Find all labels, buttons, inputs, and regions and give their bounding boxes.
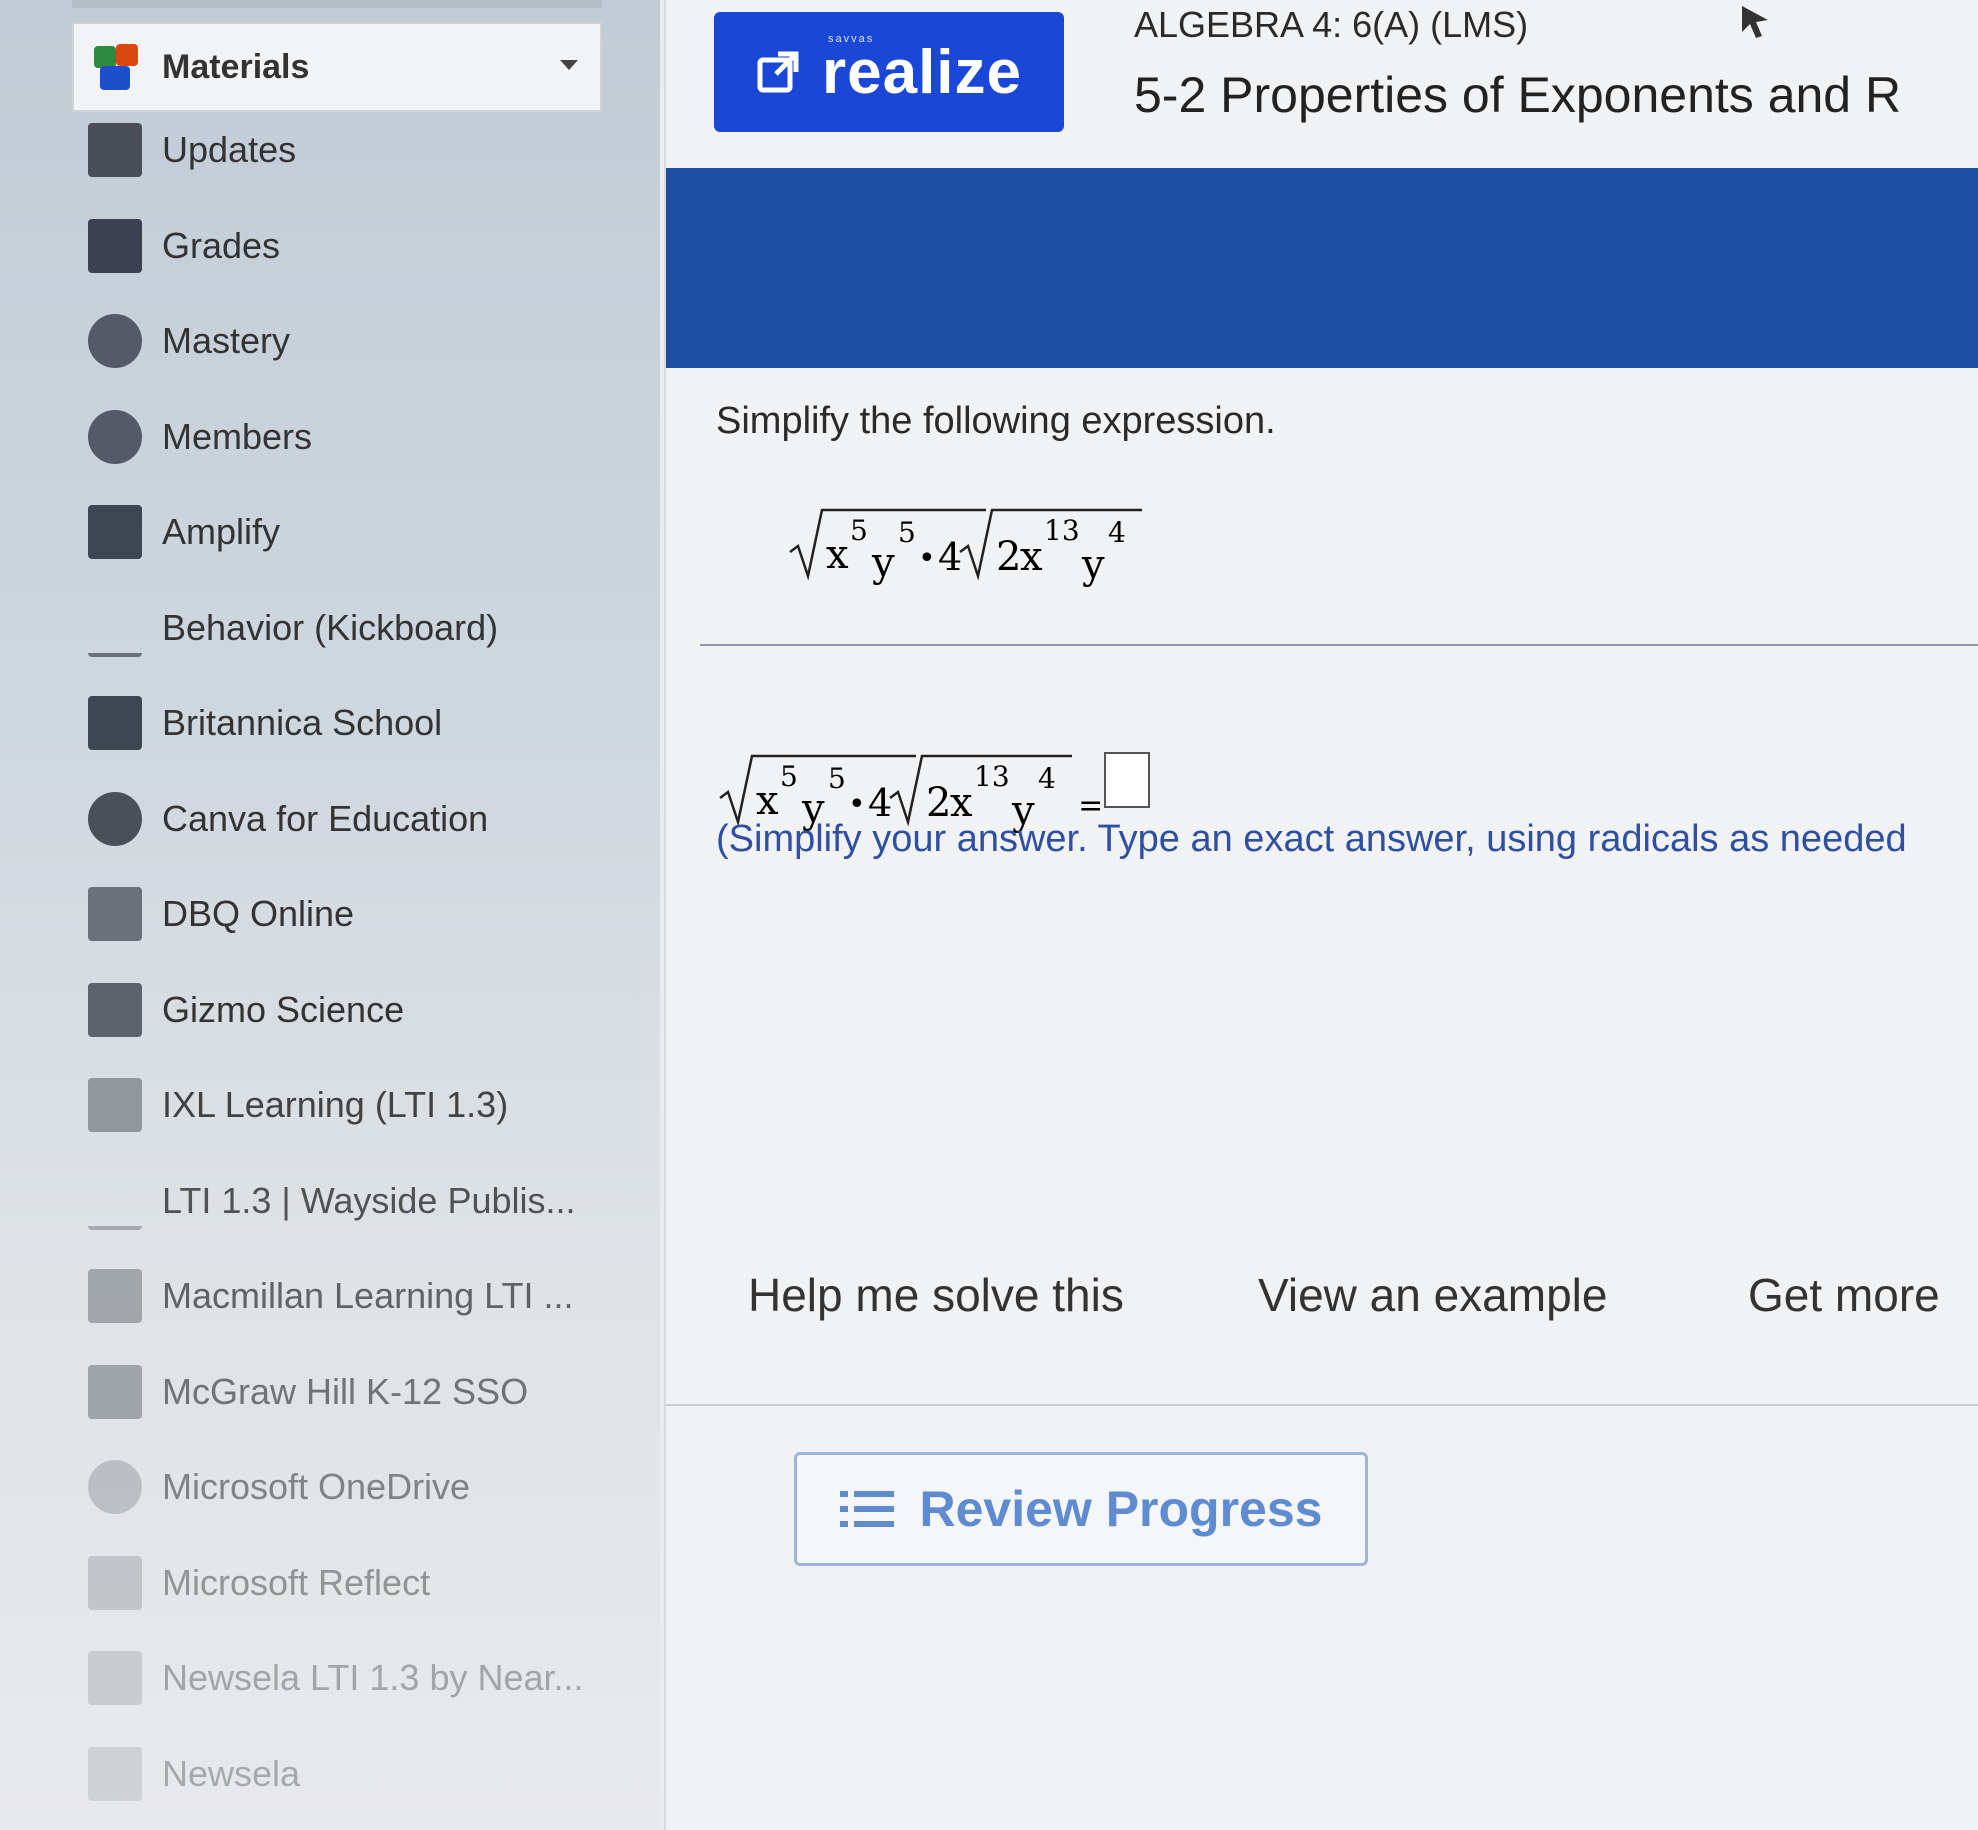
sidebar-item-macmillan-learning-lti[interactable]: Macmillan Learning LTI ... bbox=[72, 1256, 602, 1336]
sidebar-item-label: Gizmo Science bbox=[162, 988, 405, 1030]
sidebar-item-mastery[interactable]: Mastery bbox=[72, 301, 602, 381]
answer-input[interactable] bbox=[1104, 752, 1150, 808]
materials-label: Materials bbox=[162, 47, 310, 86]
sidebar-item-microsoft-onedrive[interactable]: Microsoft OneDrive bbox=[72, 1447, 602, 1527]
mcgraw-icon bbox=[88, 1364, 142, 1419]
coefficient: 4 bbox=[938, 535, 962, 579]
r1-y: y bbox=[871, 540, 895, 586]
sidebar-item-dbq-online[interactable]: DBQ Online bbox=[72, 874, 602, 954]
section-divider bbox=[700, 644, 1978, 646]
sidebar-item-amplify[interactable]: Amplify bbox=[72, 492, 602, 572]
sidebar-item-lti-1-3-wayside-publis[interactable]: LTI 1.3 | Wayside Publis... bbox=[72, 1161, 602, 1241]
newsela-box-icon bbox=[88, 1746, 142, 1801]
course-title: ALGEBRA 4: 6(A) (LMS) bbox=[1134, 4, 1529, 45]
r2-x-exponent: 13 bbox=[974, 760, 1010, 793]
chevron-down-icon bbox=[560, 60, 578, 70]
header-banner bbox=[666, 168, 1978, 368]
updates-icon bbox=[88, 123, 142, 177]
sidebar-item-label: Microsoft Reflect bbox=[162, 1561, 431, 1603]
wayside-icon bbox=[88, 1172, 142, 1230]
r1-y-exponent: 5 bbox=[828, 762, 846, 795]
sidebar-item-behavior-kickboard[interactable]: Behavior (Kickboard) bbox=[72, 588, 602, 668]
materials-dropdown[interactable]: Materials bbox=[72, 22, 602, 112]
dbq-icon bbox=[88, 887, 142, 941]
gizmo-icon bbox=[88, 982, 142, 1037]
britannica-icon bbox=[88, 696, 142, 750]
sidebar-item-label: IXL Learning (LTI 1.3) bbox=[162, 1084, 509, 1125]
sidebar-item-label: DBQ Online bbox=[162, 893, 355, 934]
r1-y-exponent: 5 bbox=[898, 516, 916, 549]
sidebar-item-mcgraw-hill-k-12-sso[interactable]: McGraw Hill K-12 SSO bbox=[72, 1352, 602, 1432]
sidebar-item-label: Macmillan Learning LTI ... bbox=[162, 1275, 574, 1316]
sidebar-item-britannica-school[interactable]: Britannica School bbox=[72, 683, 602, 763]
external-link-icon bbox=[757, 51, 799, 93]
realize-sublabel: savvas bbox=[827, 32, 875, 45]
sidebar-item-label: Behavior (Kickboard) bbox=[162, 606, 499, 648]
sidebar-item-newsela-lti-1-3-by-near[interactable]: Newsela LTI 1.3 by Near... bbox=[72, 1638, 602, 1718]
multiply-dot: • bbox=[918, 541, 936, 576]
problem-expression: x 5 y 5 • 4 2 x 13 y 4 bbox=[789, 508, 1142, 588]
get-more-help-button[interactable]: Get more bbox=[1748, 1268, 1940, 1322]
sidebar-item-label: Updates bbox=[162, 129, 297, 170]
view-example-button[interactable]: View an example bbox=[1258, 1268, 1607, 1322]
main-panel: savvas realize ALGEBRA 4: 6(A) (LMS) 5-2… bbox=[666, 0, 1978, 1830]
review-progress-button[interactable]: Review Progress bbox=[794, 1452, 1368, 1566]
sidebar-top-rule bbox=[72, 0, 602, 8]
r1-x-exponent: 5 bbox=[850, 514, 868, 547]
r2-x: x bbox=[1020, 534, 1043, 580]
sidebar-item-grades[interactable]: Grades bbox=[72, 206, 602, 286]
answer-instructions: (Simplify your answer. Type an exact ans… bbox=[716, 818, 1907, 860]
sidebar-item-label: Britannica School bbox=[162, 702, 443, 743]
bar-chart-icon bbox=[88, 218, 142, 273]
sidebar-item-newsela[interactable]: Newsela bbox=[72, 1734, 602, 1814]
r1-x-exponent: 5 bbox=[780, 760, 798, 793]
materials-icon bbox=[90, 40, 144, 94]
kickboard-icon bbox=[88, 599, 142, 657]
realize-logo: savvas realize bbox=[821, 33, 1023, 108]
sidebar-item-label: Grades bbox=[162, 224, 281, 266]
sidebar-item-label: Microsoft OneDrive bbox=[162, 1466, 471, 1507]
sidebar-item-microsoft-reflect[interactable]: Microsoft Reflect bbox=[72, 1543, 602, 1623]
r2-x-exponent: 13 bbox=[1044, 514, 1080, 547]
cursor-icon bbox=[1742, 6, 1768, 38]
help-divider bbox=[666, 1404, 1978, 1406]
sidebar-item-label: McGraw Hill K-12 SSO bbox=[162, 1370, 529, 1412]
sidebar-item-canva-for-education[interactable]: Canva for Education bbox=[72, 779, 602, 859]
sidebar-nav: Updates Grades Mastery Members Amplify Behavi… bbox=[72, 110, 602, 1830]
help-me-solve-button[interactable]: Help me solve this bbox=[748, 1268, 1124, 1322]
r2-y-exponent: 4 bbox=[1038, 762, 1056, 795]
sidebar-item-label: Newsela bbox=[162, 1752, 301, 1794]
sidebar-item-label: Newsela LTI 1.3 by Near... bbox=[162, 1657, 584, 1698]
sidebar-item-label: Canva for Education bbox=[162, 797, 489, 839]
sidebar-item-label: Amplify bbox=[162, 511, 281, 552]
sidebar-item-label: LTI 1.3 | Wayside Publis... bbox=[162, 1179, 576, 1221]
reflect-icon bbox=[88, 1555, 142, 1610]
amplify-a-icon bbox=[88, 505, 142, 559]
sidebar-item-members[interactable]: Members bbox=[72, 397, 602, 477]
realize-launch-button[interactable]: savvas realize bbox=[714, 12, 1064, 132]
r2-y: y bbox=[1081, 542, 1105, 588]
r2-y-exponent: 4 bbox=[1108, 516, 1126, 549]
ixl-icon bbox=[88, 1078, 142, 1132]
sidebar-item-ixl-learning-lti-1-3[interactable]: IXL Learning (LTI 1.3) bbox=[72, 1065, 602, 1145]
sidebar: Materials Updates Grades Mastery Members Amp… bbox=[0, 0, 660, 1830]
review-progress-label: Review Progress bbox=[919, 1481, 1323, 1537]
realize-label: realize bbox=[821, 37, 1023, 107]
person-icon bbox=[88, 409, 142, 464]
r2-coefficient: 2 bbox=[996, 534, 1021, 580]
canva-icon bbox=[88, 791, 142, 846]
list-icon bbox=[839, 1487, 894, 1531]
mastery-gauge-icon bbox=[88, 314, 142, 368]
sidebar-item-gizmo-science[interactable]: Gizmo Science bbox=[72, 970, 602, 1050]
sidebar-item-label: Members bbox=[162, 415, 313, 457]
lesson-title: 5-2 Properties of Exponents and R bbox=[1134, 67, 1902, 123]
cloud-icon bbox=[88, 1460, 142, 1514]
macmillan-icon bbox=[88, 1269, 142, 1323]
sidebar-item-label: Mastery bbox=[162, 320, 291, 361]
r1-x: x bbox=[826, 532, 849, 578]
question-prompt: Simplify the following expression. bbox=[716, 400, 1276, 442]
sidebar-item-updates[interactable]: Updates bbox=[72, 110, 602, 190]
newsela-icon bbox=[88, 1651, 142, 1705]
multiply-dot: • bbox=[848, 787, 866, 822]
